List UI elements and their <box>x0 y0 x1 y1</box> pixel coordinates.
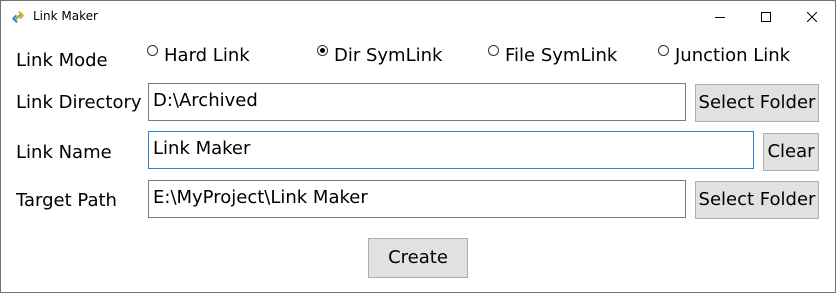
link-mode-label: Link Mode <box>16 50 108 71</box>
radio-button-checked[interactable] <box>317 45 328 56</box>
radio-hard-link[interactable]: Hard Link <box>147 43 250 67</box>
title-bar[interactable]: Link Maker <box>1 1 835 32</box>
radio-dir-symlink-label: Dir SymLink <box>334 45 443 66</box>
radio-file-symlink-label: File SymLink <box>505 45 618 66</box>
link-name-input[interactable]: Link Maker <box>148 131 754 169</box>
link-maker-window: Link Maker Link Mode Hard Link Dir SymLi… <box>0 0 836 293</box>
clear-button[interactable]: Clear <box>763 133 819 171</box>
target-path-input[interactable]: E:\MyProject\Link Maker <box>148 180 686 218</box>
radio-button[interactable] <box>488 45 499 56</box>
radio-hard-link-label: Hard Link <box>164 45 250 66</box>
radio-junction-link-label: Junction Link <box>675 45 791 66</box>
radio-file-symlink[interactable]: File SymLink <box>488 43 617 67</box>
maximize-button[interactable] <box>743 1 789 32</box>
radio-button[interactable] <box>658 45 669 56</box>
close-button[interactable] <box>789 1 835 32</box>
target-path-select-folder-button[interactable]: Select Folder <box>695 181 819 219</box>
radio-junction-link[interactable]: Junction Link <box>658 43 790 67</box>
link-name-label: Link Name <box>16 142 112 163</box>
window-title: Link Maker <box>33 9 98 23</box>
link-directory-label: Link Directory <box>16 92 142 113</box>
link-icon <box>11 9 25 23</box>
link-directory-input[interactable]: D:\Archived <box>148 83 686 121</box>
radio-button[interactable] <box>147 45 158 56</box>
minimize-icon <box>715 16 725 18</box>
minimize-button[interactable] <box>697 1 743 32</box>
maximize-icon <box>761 11 771 22</box>
target-path-label: Target Path <box>16 190 117 211</box>
link-directory-select-folder-button[interactable]: Select Folder <box>695 84 819 122</box>
create-button[interactable]: Create <box>368 238 468 278</box>
radio-dir-symlink[interactable]: Dir SymLink <box>317 43 442 67</box>
close-icon <box>807 11 817 22</box>
